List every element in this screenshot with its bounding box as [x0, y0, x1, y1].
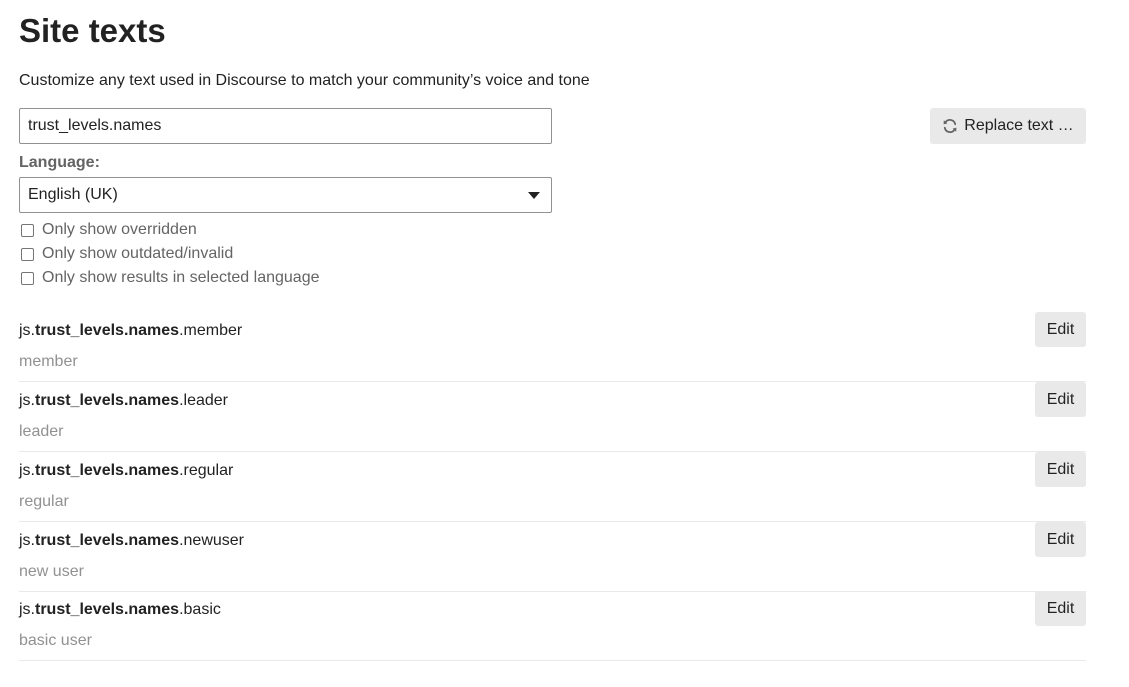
- result-row: js.trust_levels.names.newuser new user E…: [19, 522, 1086, 592]
- page-subtitle: Customize any text used in Discourse to …: [19, 72, 590, 89]
- replace-text-label: Replace text …: [964, 117, 1074, 134]
- filter-selected-language[interactable]: Only show results in selected language: [19, 268, 320, 288]
- result-key: js.trust_levels.names.regular: [19, 462, 234, 479]
- caret-down-icon: [528, 191, 540, 199]
- edit-button[interactable]: Edit: [1035, 591, 1086, 626]
- filter-label: Only show results in selected language: [42, 269, 320, 286]
- filter-label: Only show outdated/invalid: [42, 245, 234, 262]
- result-row: js.trust_levels.names.basic basic user E…: [19, 591, 1086, 661]
- result-row: js.trust_levels.names.leader leader Edit: [19, 382, 1086, 452]
- result-value: basic user: [19, 632, 92, 649]
- filter-only-outdated[interactable]: Only show outdated/invalid: [19, 244, 233, 264]
- checkbox[interactable]: [21, 223, 34, 237]
- checkbox[interactable]: [21, 271, 34, 285]
- result-row: js.trust_levels.names.regular regular Ed…: [19, 452, 1086, 522]
- language-select[interactable]: English (UK): [19, 177, 552, 213]
- result-key: js.trust_levels.names.member: [19, 322, 243, 339]
- edit-button[interactable]: Edit: [1035, 452, 1086, 487]
- result-key: js.trust_levels.names.newuser: [19, 532, 244, 549]
- filter-only-overridden[interactable]: Only show overridden: [19, 220, 197, 240]
- edit-button[interactable]: Edit: [1035, 312, 1086, 347]
- result-value: new user: [19, 563, 84, 580]
- filter-label: Only show overridden: [42, 221, 197, 238]
- sync-icon: [943, 119, 957, 133]
- replace-text-button[interactable]: Replace text …: [930, 108, 1086, 144]
- result-value: member: [19, 353, 78, 370]
- checkbox[interactable]: [21, 247, 34, 261]
- edit-button[interactable]: Edit: [1035, 522, 1086, 557]
- result-value: leader: [19, 423, 64, 440]
- page-title: Site texts: [19, 12, 166, 49]
- language-label: Language:: [19, 154, 100, 171]
- result-row: js.trust_levels.names.member member Edit: [19, 312, 1086, 382]
- result-value: regular: [19, 493, 69, 510]
- result-key: js.trust_levels.names.leader: [19, 392, 228, 409]
- search-input[interactable]: [19, 108, 552, 144]
- edit-button[interactable]: Edit: [1035, 382, 1086, 417]
- result-key: js.trust_levels.names.basic: [19, 601, 221, 618]
- language-selected-value: English (UK): [28, 186, 118, 203]
